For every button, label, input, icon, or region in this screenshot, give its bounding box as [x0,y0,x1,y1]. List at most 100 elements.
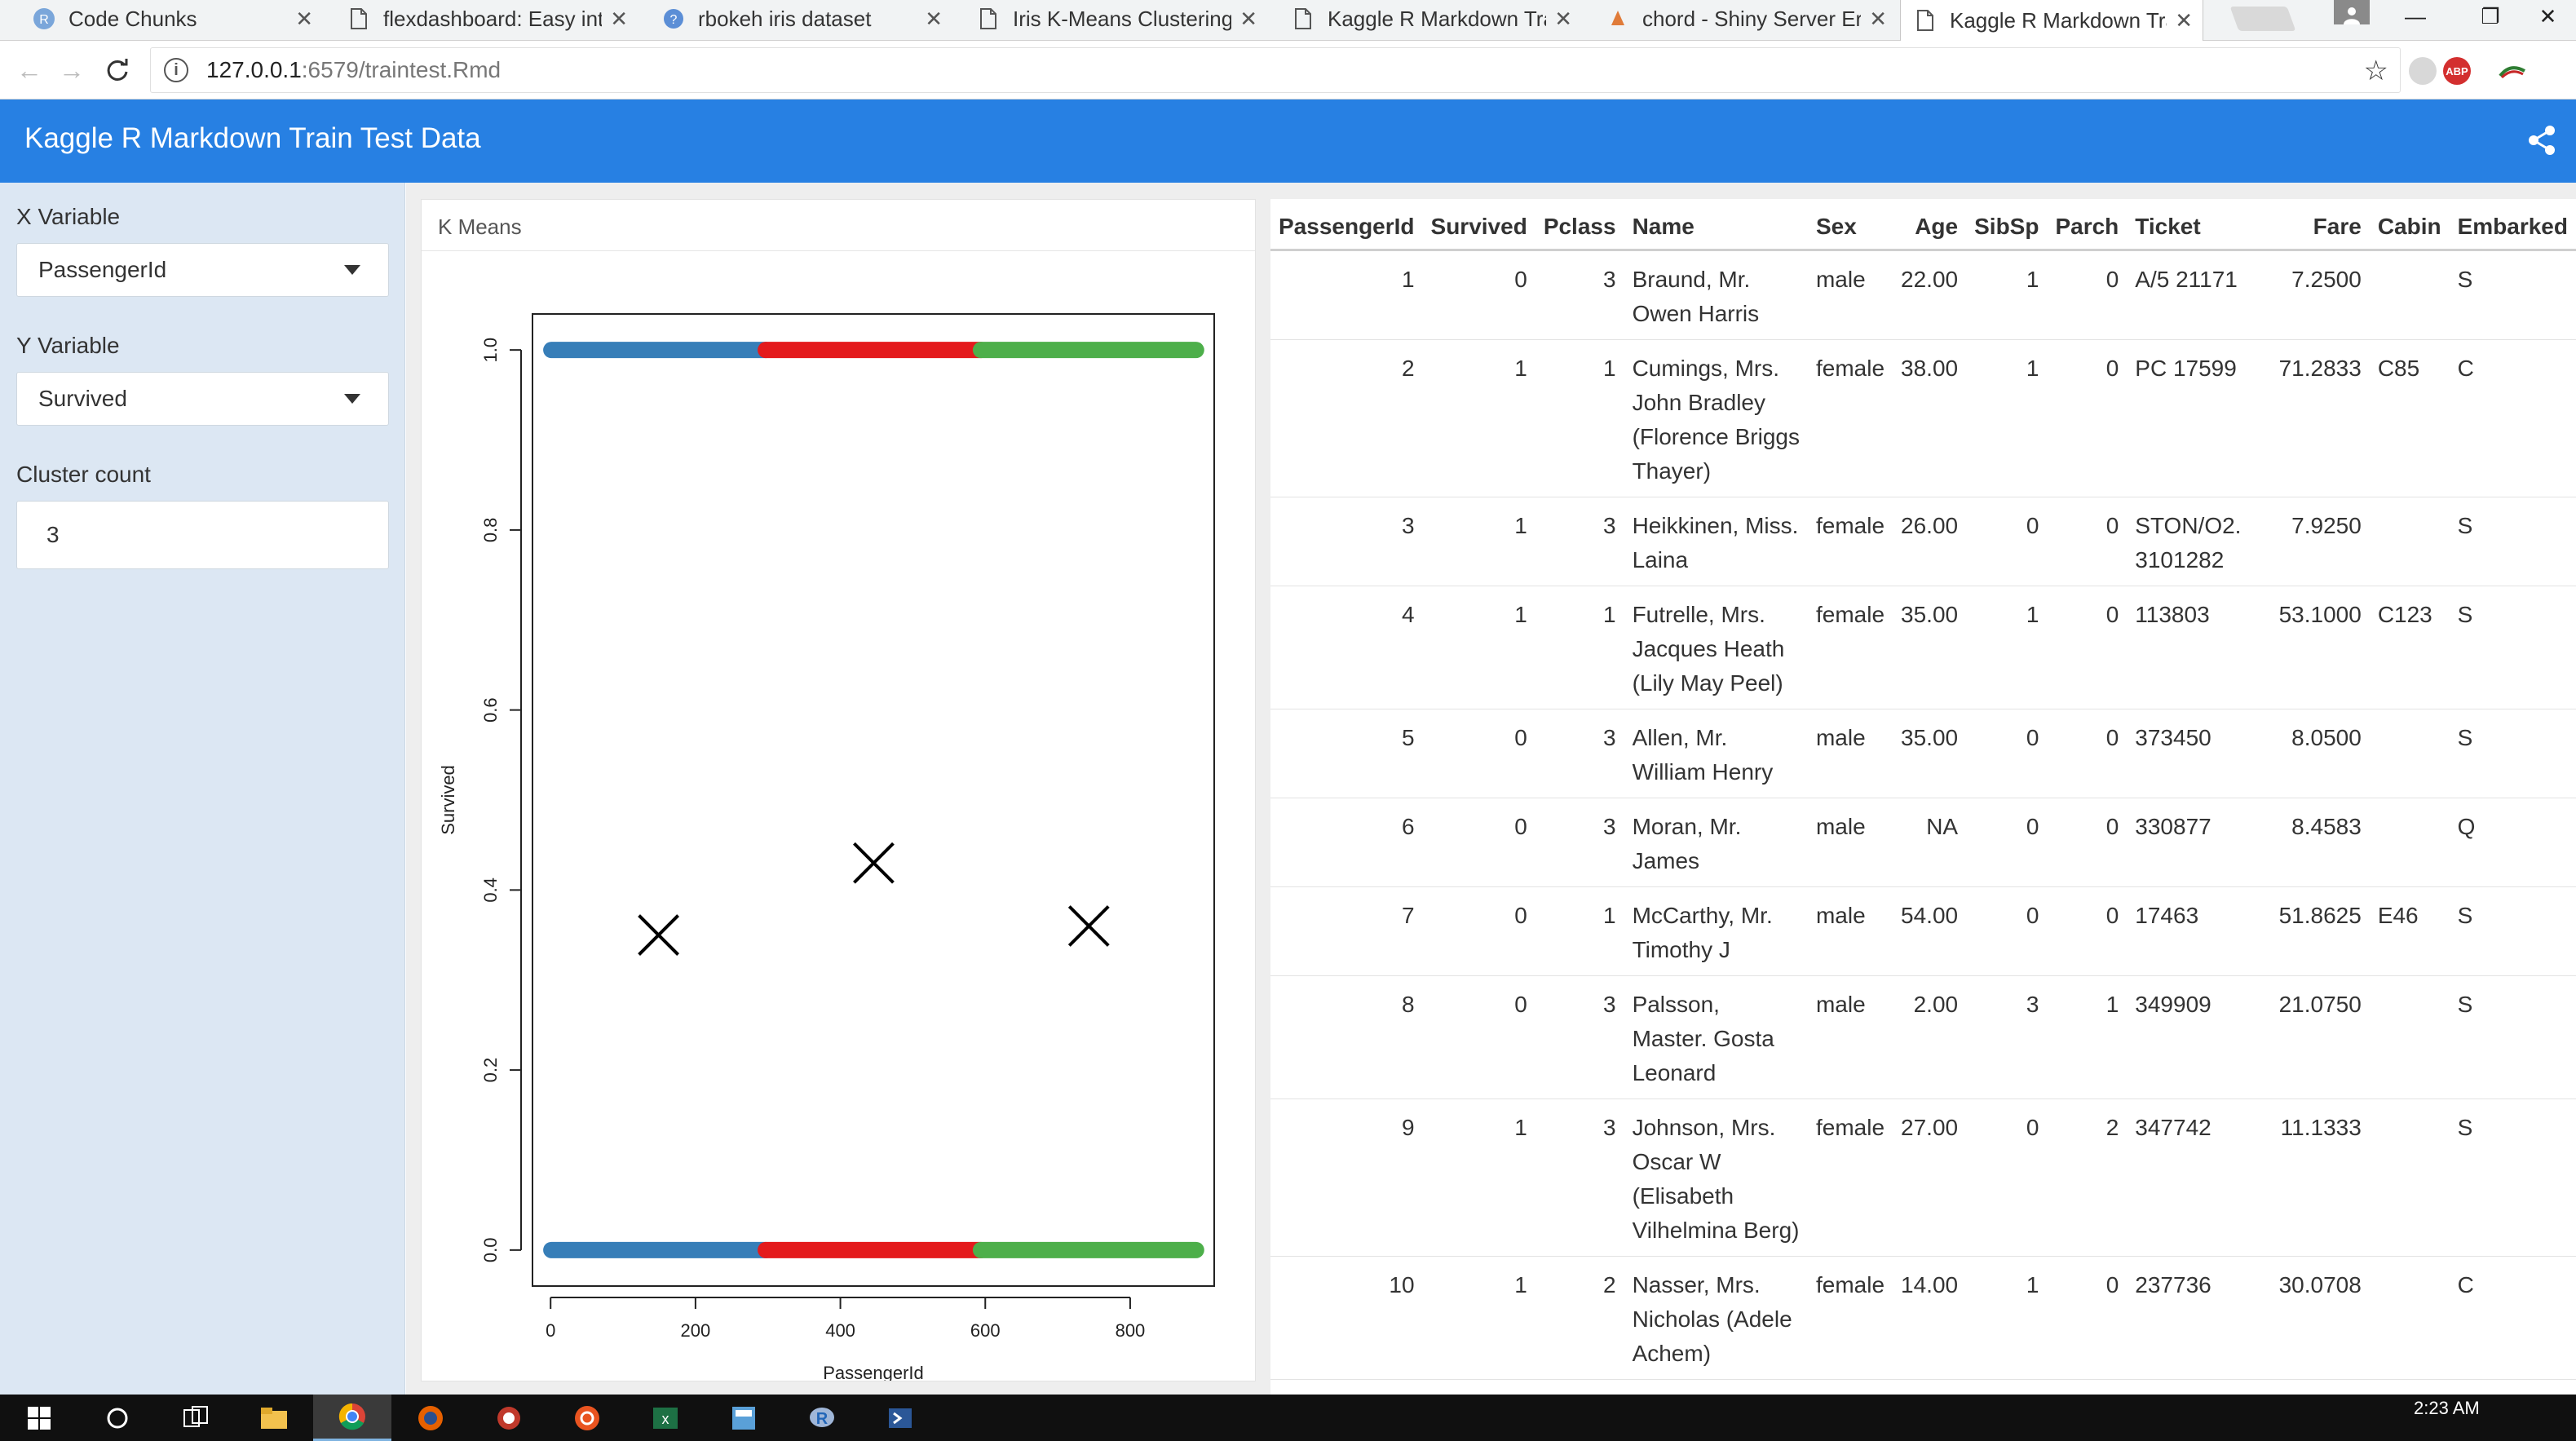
column-header[interactable]: Pclass [1535,199,1624,251]
cell-parch: 2 [2047,1098,2128,1257]
forward-button[interactable]: → [55,54,88,86]
table-row[interactable]: 8 0 3 Palsson, Master. Gosta Leonard male 2.0… [1270,975,2576,1099]
windows-start-icon[interactable] [0,1395,78,1441]
table-row[interactable]: 7 0 1 McCarthy, Mr. Timothy Jmale 54.00 0 0 174… [1270,886,2576,976]
table-row[interactable]: 9 1 3 Johnson, Mrs. Oscar W (Elisabeth Vilh… [1270,1098,2576,1257]
column-header[interactable]: SibSp [1966,199,2048,251]
x-axis-label: PassengerId [823,1363,924,1381]
chrome-icon[interactable] [313,1395,391,1441]
restore-window-button[interactable]: ❐ [2453,0,2528,33]
table-row[interactable]: 3 1 3 Heikkinen, Miss. Laina female 26.00 0 0 ST… [1270,497,2576,586]
task-view-icon[interactable] [157,1395,235,1441]
bookmark-star-icon[interactable]: ☆ [2364,55,2388,87]
tab-title: chord - Shiny Server Erro [1642,6,1862,31]
excel-icon[interactable]: x [626,1395,705,1441]
taskbar-clock[interactable]: 2:23 AM [2414,1398,2480,1419]
column-header[interactable]: Parch [2047,199,2128,251]
close-tab-icon[interactable]: ✕ [925,7,943,32]
cell-sex: male [1807,975,1893,1099]
column-header[interactable]: Sex [1807,199,1893,251]
table-row[interactable]: 1 0 3 Braund, Mr. Owen Harris male 22.00 1 0 A/5… [1270,250,2576,340]
minimize-window-button[interactable]: — [2378,0,2453,33]
close-window-button[interactable]: ✕ [2520,0,2576,33]
user-profile-icon[interactable] [2334,0,2370,24]
column-header[interactable]: Name [1624,199,1808,251]
cortana-icon[interactable] [78,1395,157,1441]
cell-ticket: 373450 [2127,709,2271,798]
browser-tab[interactable]: ? rbokeh iris dataset ✕ [649,0,952,38]
cell-sibsp: 1 [1966,250,2048,340]
cell-parch: 0 [2047,709,2128,798]
adblock-plus-icon[interactable]: ABP [2443,57,2471,85]
column-header[interactable]: Fare [2270,199,2370,251]
back-button[interactable]: ← [13,54,46,86]
browser-tab[interactable]: Kaggle R Markdown Trai ✕ [1279,0,1582,38]
site-info-icon[interactable]: i [164,58,188,82]
globe-icon: ? [662,7,685,30]
close-tab-icon[interactable]: ✕ [610,7,628,32]
table-row[interactable]: 2 1 1 Cumings, Mrs. John Bradley (Florence … [1270,339,2576,497]
cluster-count-input[interactable]: 3 [16,501,389,569]
y-variable-select[interactable]: Survived [16,372,389,426]
close-tab-icon[interactable]: ✕ [2175,8,2193,33]
close-tab-icon[interactable]: ✕ [295,7,313,32]
calculator-icon[interactable] [705,1395,783,1441]
app-icon[interactable] [470,1395,548,1441]
cell-name: Braund, Mr. Owen Harris [1624,250,1808,340]
firefox-icon[interactable] [391,1395,470,1441]
table-row[interactable]: 5 0 3 Allen, Mr. William Henry male 35.00 0 0 37… [1270,709,2576,798]
cell-name: Moran, Mr. James [1624,798,1808,887]
browser-tab[interactable]: R Code Chunks ✕ [20,0,323,38]
column-header[interactable]: Ticket [2127,199,2271,251]
cell-cabin [2369,250,2450,340]
omnibox[interactable]: i 127.0.0.1:6579/traintest.Rmd ☆ [150,47,2401,93]
cell-pclass: 1 [1535,886,1624,976]
powershell-icon[interactable] [861,1395,939,1441]
cell-name: Palsson, Master. Gosta Leonard [1624,975,1808,1099]
data-table-container[interactable]: PassengerId Survived Pclass Name Sex Age SibSp… [1270,199,2576,1395]
plot-frame [532,313,1215,1287]
browser-tab[interactable]: chord - Shiny Server Erro ✕ [1593,0,1897,38]
browser-tab[interactable]: Kaggle R Markdown Trai ✕ [1900,0,2203,41]
close-tab-icon[interactable]: ✕ [1239,7,1257,32]
table-row[interactable]: 6 0 3 Moran, Mr. James male NA 0 0 330877 8.4583 Q [1270,798,2576,887]
close-tab-icon[interactable]: ✕ [1869,7,1887,32]
x-variable-label: X Variable [16,204,121,229]
x-tick-label: 600 [970,1320,1001,1341]
cell-sibsp: 0 [1966,1098,2048,1257]
column-header[interactable]: Cabin [2369,199,2450,251]
table-row[interactable]: 10 1 2 Nasser, Mrs. Nicholas (Adele Achem) f… [1270,1256,2576,1380]
cell-id: 3 [1270,497,1423,586]
column-header[interactable]: Age [1893,199,1967,251]
y-tick-label: 0.4 [480,877,501,903]
reload-button[interactable] [101,54,134,86]
cell-cabin: C85 [2369,339,2450,497]
table-row[interactable]: 4 1 1 Futrelle, Mrs. Jacques Heath (Lily Ma… [1270,586,2576,709]
svg-text:x: x [662,1411,669,1427]
column-header[interactable]: PassengerId [1270,199,1423,251]
cell-embarked: S [2449,1098,2576,1257]
column-header[interactable]: Survived [1422,199,1535,251]
ubuntu-icon[interactable] [548,1395,626,1441]
cell-name: Heikkinen, Miss. Laina [1624,497,1808,586]
cell-sibsp: 3 [1966,975,2048,1099]
browser-tab[interactable]: Iris K-Means Clustering ✕ [964,0,1267,38]
cell-pclass: 2 [1535,1256,1624,1380]
sidebar: X Variable PassengerId Y Variable Surviv… [0,183,405,1395]
cell-survived: 1 [1422,586,1535,709]
extension-icon[interactable] [2409,57,2437,85]
app-navbar: Kaggle R Markdown Train Test Data [0,99,2576,183]
cell-id: 9 [1270,1098,1423,1257]
y-tick-label: 1.0 [480,338,501,363]
share-icon[interactable] [2525,124,2558,157]
r-icon[interactable]: R [783,1395,861,1441]
new-tab-button[interactable] [2229,7,2296,31]
x-variable-select[interactable]: PassengerId [16,243,389,297]
cell-fare: 7.9250 [2270,497,2370,586]
extension-swoosh-icon[interactable] [2499,57,2526,85]
browser-tab[interactable]: flexdashboard: Easy inter ✕ [334,0,638,38]
cell-sex: male [1807,798,1893,887]
file-explorer-icon[interactable] [235,1395,313,1441]
column-header[interactable]: Embarked [2449,199,2576,251]
close-tab-icon[interactable]: ✕ [1554,7,1572,32]
